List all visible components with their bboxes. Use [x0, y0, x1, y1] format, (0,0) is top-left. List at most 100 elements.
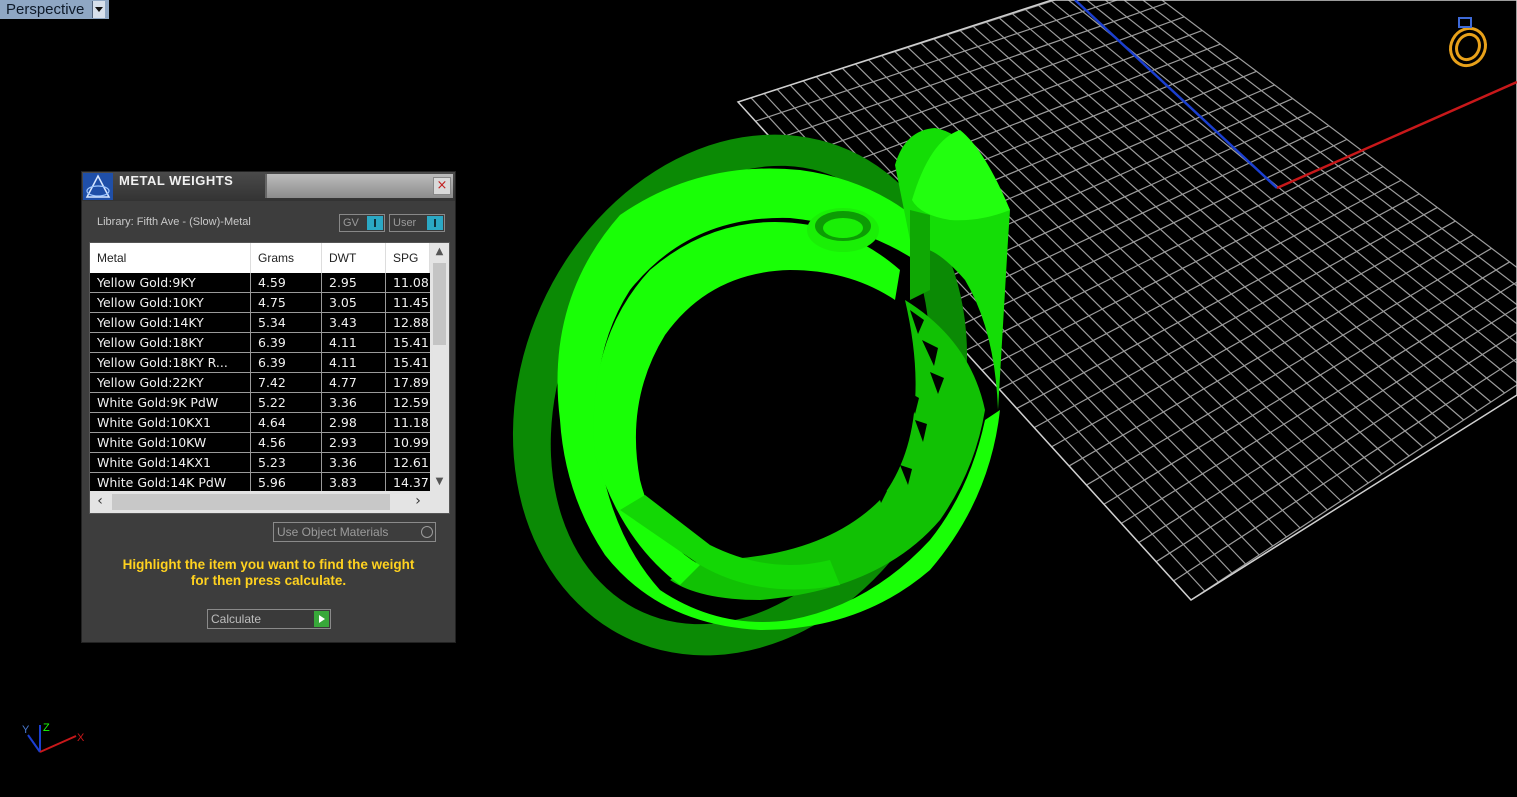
title-bar-fill	[265, 174, 453, 198]
cell-spg: 12.59	[386, 393, 430, 413]
table-row[interactable]: Yellow Gold:14KY 5.34 3.43 12.88	[90, 313, 430, 333]
toggle-knob-icon	[367, 216, 383, 230]
cell-grams: 5.23	[251, 453, 322, 473]
cell-metal: White Gold:14KX1	[90, 453, 251, 473]
grid-line	[1173, 315, 1517, 582]
cell-metal: Yellow Gold:18KY	[90, 333, 251, 353]
cell-grams: 4.64	[251, 413, 322, 433]
viewport-name: Perspective	[6, 1, 85, 18]
dialog-title-bar[interactable]: METAL WEIGHTS ×	[82, 172, 455, 201]
column-header-spg[interactable]: SPG	[386, 243, 430, 273]
cell-grams: 5.96	[251, 473, 322, 491]
gizmo-z-label: Z	[43, 722, 50, 734]
column-header-dwt[interactable]: DWT	[322, 243, 386, 273]
dialog-title: METAL WEIGHTS	[119, 173, 234, 188]
metal-weights-dialog: METAL WEIGHTS × Library: Fifth Ave - (Sl…	[81, 171, 456, 643]
cell-dwt: 3.83	[322, 473, 386, 491]
instruction-line-2: for then press calculate.	[190, 573, 347, 588]
cell-spg: 10.99	[386, 433, 430, 453]
cell-metal: Yellow Gold:10KY	[90, 293, 251, 313]
ring-model[interactable]	[432, 62, 1048, 729]
table-row[interactable]: Yellow Gold:10KY 4.75 3.05 11.45	[90, 293, 430, 313]
table-row[interactable]: Yellow Gold:9KY 4.59 2.95 11.08	[90, 273, 430, 293]
close-icon[interactable]: ×	[433, 177, 451, 195]
cell-metal: White Gold:10KW	[90, 433, 251, 453]
viewport-name-tab[interactable]: Perspective	[0, 0, 110, 19]
use-object-materials-select[interactable]: Use Object Materials	[273, 522, 436, 542]
table-row[interactable]: White Gold:14K PdW 5.96 3.83 14.37	[90, 473, 430, 491]
table-row[interactable]: Yellow Gold:18KY R... 6.39 4.11 15.41	[90, 353, 430, 373]
cell-metal: Yellow Gold:14KY	[90, 313, 251, 333]
axis-gizmo-icon: Z Y X	[22, 722, 85, 753]
scroll-up-icon[interactable]: ▲	[430, 243, 449, 261]
cell-spg: 15.41	[386, 333, 430, 353]
grid-line	[755, 0, 1149, 122]
table-row[interactable]: White Gold:10KW 4.56 2.93 10.99	[90, 433, 430, 453]
grid-line	[985, 21, 1451, 430]
calculate-button[interactable]: Calculate	[207, 609, 331, 629]
grid-line	[959, 30, 1424, 448]
calculate-label: Calculate	[211, 612, 262, 626]
table-row[interactable]: White Gold:14KX1 5.23 3.36 12.61	[90, 453, 430, 473]
user-toggle[interactable]: User	[389, 214, 445, 232]
cell-metal: White Gold:14K PdW	[90, 473, 251, 491]
cell-spg: 14.37	[386, 473, 430, 491]
dropdown-arrow-icon[interactable]	[92, 1, 106, 18]
scroll-down-icon[interactable]: ▼	[430, 473, 449, 491]
y-axis-line	[1074, 0, 1278, 189]
gizmo-y-label: Y	[22, 724, 30, 736]
cell-spg: 11.08	[386, 273, 430, 293]
gizmo-x-label: X	[77, 732, 85, 744]
grid-line	[946, 34, 1410, 457]
cell-spg: 11.45	[386, 293, 430, 313]
column-header-grams[interactable]: Grams	[251, 243, 322, 273]
scroll-right-icon[interactable]: ›	[408, 491, 428, 513]
cell-dwt: 2.95	[322, 273, 386, 293]
horizontal-scrollbar[interactable]: ‹ ›	[90, 491, 449, 513]
table-row[interactable]: White Gold:9K PdW 5.22 3.36 12.59	[90, 393, 430, 413]
cell-grams: 6.39	[251, 333, 322, 353]
cell-dwt: 3.36	[322, 393, 386, 413]
cell-dwt: 3.05	[322, 293, 386, 313]
grid-line	[1190, 329, 1517, 600]
cell-dwt: 3.43	[322, 313, 386, 333]
select-label: Use Object Materials	[277, 525, 389, 539]
table-body: Yellow Gold:9KY 4.59 2.95 11.08 Yellow Gold:…	[90, 273, 430, 491]
user-toggle-label: User	[393, 217, 417, 229]
ring-icon[interactable]	[1444, 17, 1492, 72]
gv-toggle-label: GV	[343, 217, 359, 229]
library-label: Library: Fifth Ave - (Slow)-Metal	[97, 216, 251, 228]
table-row[interactable]: Yellow Gold:22KY 7.42 4.77 17.89	[90, 373, 430, 393]
cell-metal: White Gold:10KX1	[90, 413, 251, 433]
table-header: Metal Grams DWT SPG	[90, 243, 430, 273]
vertical-scrollbar[interactable]: ▲ ▼	[430, 243, 449, 491]
cell-grams: 7.42	[251, 373, 322, 393]
grid-line	[972, 25, 1437, 439]
cell-dwt: 4.77	[322, 373, 386, 393]
toggle-knob-icon	[427, 216, 443, 230]
app-logo-icon	[83, 173, 113, 200]
column-header-metal[interactable]: Metal	[90, 243, 251, 273]
x-axis-line	[1276, 80, 1517, 190]
scroll-thumb-horizontal[interactable]	[112, 494, 390, 510]
instruction-line-1: Highlight the item you want to find the …	[122, 557, 415, 572]
metal-table[interactable]: Metal Grams DWT SPG Yellow Gold:9KY 4.59 2…	[89, 242, 450, 514]
cell-grams: 5.34	[251, 313, 322, 333]
table-row[interactable]: Yellow Gold:18KY 6.39 4.11 15.41	[90, 333, 430, 353]
cell-grams: 5.22	[251, 393, 322, 413]
table-row[interactable]: White Gold:10KX1 4.64 2.98 11.18	[90, 413, 430, 433]
cell-grams: 4.59	[251, 273, 322, 293]
scroll-left-icon[interactable]: ‹	[90, 491, 110, 513]
gv-toggle[interactable]: GV	[339, 214, 385, 232]
play-arrow-icon	[314, 611, 329, 627]
cell-dwt: 2.98	[322, 413, 386, 433]
cell-grams: 4.75	[251, 293, 322, 313]
cell-metal: Yellow Gold:9KY	[90, 273, 251, 293]
instruction-text: Highlight the item you want to find the …	[82, 557, 455, 589]
cell-spg: 17.89	[386, 373, 430, 393]
radio-icon	[421, 526, 433, 538]
cell-dwt: 4.11	[322, 353, 386, 373]
cell-spg: 12.88	[386, 313, 430, 333]
scroll-thumb[interactable]	[433, 263, 446, 345]
cell-spg: 11.18	[386, 413, 430, 433]
